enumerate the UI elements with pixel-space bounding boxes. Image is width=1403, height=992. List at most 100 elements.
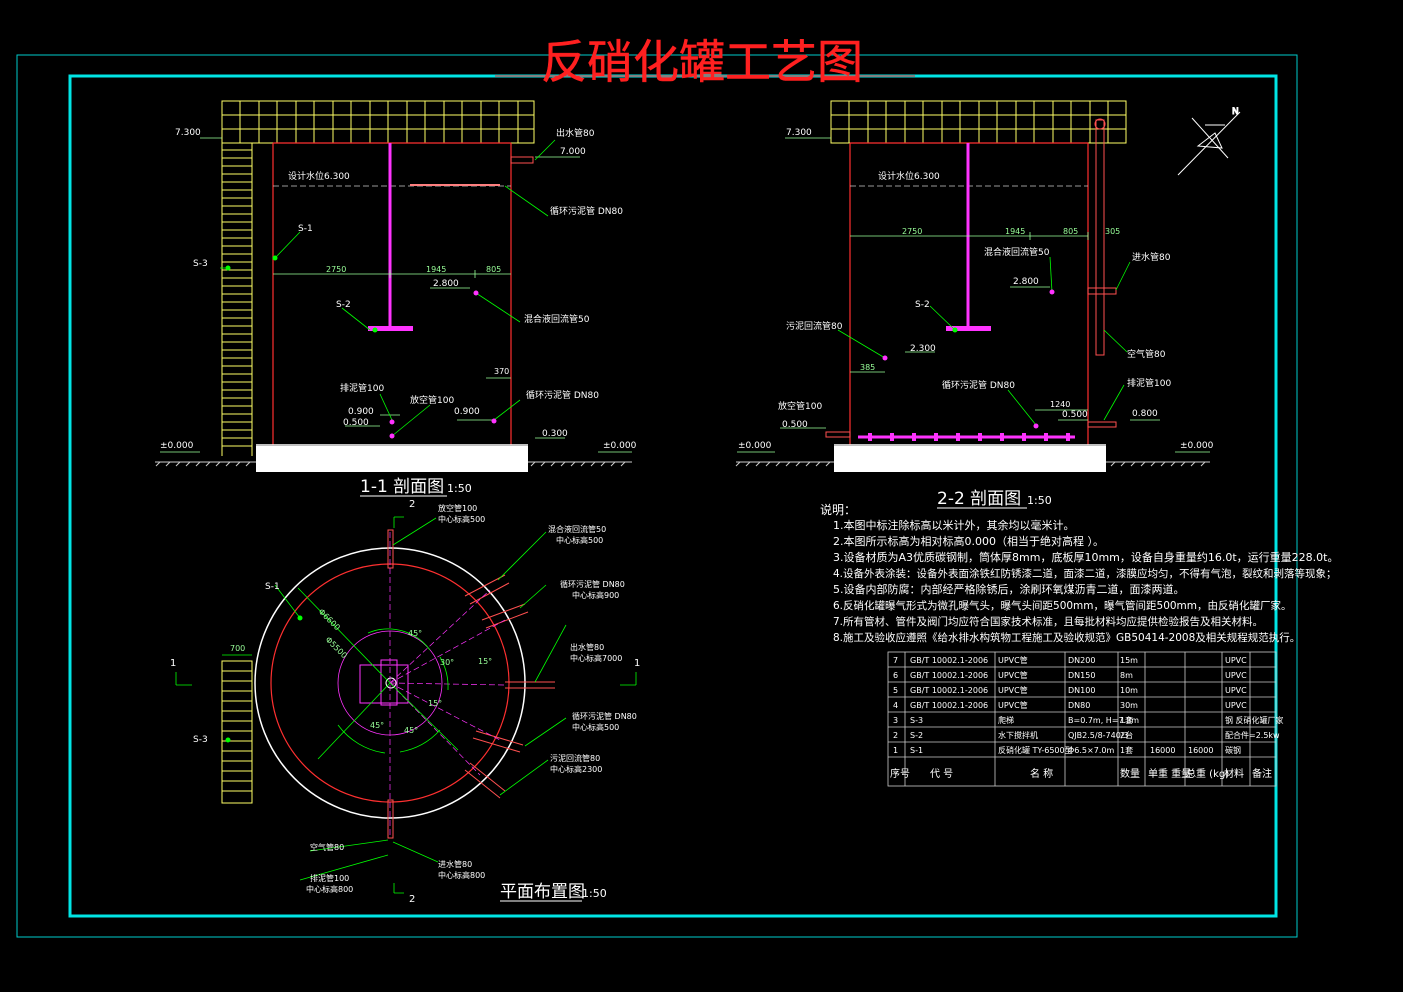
- table-cell: UPVC管: [998, 700, 1028, 710]
- table-cell: UPVC管: [998, 685, 1028, 695]
- section-2-2: N 7.300 设计水位6.300 2750 1945 805 305 混合液回…: [735, 100, 1241, 509]
- plan-s3: S-3: [193, 735, 208, 745]
- table-cell: 16000: [1150, 746, 1175, 755]
- s11-top-elev: 7.300: [175, 128, 201, 138]
- s11-scale: 1:50: [447, 482, 472, 495]
- s11-circ-sludge: 循环污泥管 DN80: [550, 205, 623, 217]
- plan-sludge-center: 中心标高800: [306, 884, 353, 894]
- plan-s1: S-1: [265, 582, 280, 592]
- table-cell: 3: [893, 716, 898, 725]
- plan-view: 2 2 1 1 放空管100 中心标高500 混合液回流管50 中心标高500 …: [170, 499, 640, 905]
- table-body: 7 GB/T 10002.1-2006 UPVC管 DN200 15m UPVC 6 GB/T…: [890, 655, 1284, 780]
- note-line-2: 2.本图所示标高为相对标高0.000（相当于绝对高程 ）。: [833, 534, 1104, 548]
- note-line-5: 5.设备内部防腐：内部经严格除锈后，涂刷环氧煤沥青二道，面漆两道。: [833, 582, 1185, 596]
- s11-dim-2750: 2750: [326, 265, 346, 274]
- plan-drain-center: 中心标高500: [438, 514, 485, 524]
- s11-dim-370: 370: [494, 367, 509, 376]
- table-header: 序号: [890, 767, 910, 780]
- table-header: 代 号: [930, 768, 953, 780]
- plan-inlet-center: 中心标高800: [438, 870, 485, 880]
- table-cell: 4: [893, 701, 898, 710]
- s11-dim-805: 805: [486, 265, 501, 274]
- s22-ground-right: ±0.000: [1180, 441, 1214, 451]
- note-line-3: 3.设备材质为A3优质碳钢制，筒体厚8mm，底板厚10mm，设备自身重量约16.…: [833, 550, 1338, 564]
- s22-air: 空气管80: [1127, 348, 1166, 360]
- s22-dim-2750: 2750: [902, 227, 922, 236]
- plan-sec2-bottom: 2: [409, 894, 415, 905]
- table-cell: GB/T 10002.1-2006: [910, 671, 988, 680]
- table-cell: GB/T 10002.1-2006: [910, 701, 988, 710]
- plan-sec2-top: 2: [409, 499, 415, 510]
- table-cell: 钢 反硝化罐厂家: [1225, 715, 1284, 725]
- inner-frame: [68, 74, 1278, 918]
- plan-ang-45a: 45°: [408, 629, 422, 638]
- plan-sec1-left: 1: [170, 658, 176, 669]
- s11-sludge-out: 排泥管100: [340, 382, 384, 394]
- table-cell: 水下搅拌机: [998, 730, 1038, 740]
- s22-title: 2-2 剖面图: [937, 489, 1021, 509]
- s11-elev-0900a: 0.900: [348, 407, 374, 417]
- table-cell: DN150: [1068, 671, 1095, 680]
- note-line-6: 6.反硝化罐曝气形式为微孔曝气头，曝气头间距500mm，曝气管间距500mm，由…: [833, 599, 1292, 612]
- plan-circ2-center: 中心标高500: [572, 722, 619, 732]
- s22-dim-805: 805: [1063, 227, 1078, 236]
- plan-circ-sludge2: 循环污泥管 DN80: [572, 711, 637, 721]
- plan-inlet: 进水管80: [438, 859, 472, 869]
- s22-dim-1945: 1945: [1005, 227, 1025, 236]
- plan-drain: 放空管100: [438, 503, 477, 513]
- s11-ground-left: ±0.000: [160, 441, 194, 451]
- notes: 说明： 1.本图中标注除标高以米计外，其余均以毫米计。 2.本图所示标高为相对标…: [820, 502, 1338, 644]
- table-header: 总重 (kg): [1186, 767, 1229, 780]
- table-cell: 15m: [1120, 656, 1138, 665]
- table-cell: UPVC: [1225, 671, 1247, 680]
- s11-s1: S-1: [298, 224, 313, 234]
- s11-s2: S-2: [336, 300, 351, 310]
- plan-sludge-return: 污泥回流管80: [550, 753, 600, 763]
- table-cell: UPVC管: [998, 655, 1028, 665]
- plan-mix-return: 混合液回流管50: [548, 524, 606, 534]
- s22-elev-2800: 2.800: [1013, 277, 1039, 287]
- s11-dim-1945: 1945: [426, 265, 446, 274]
- plan-ang-45c: 45°: [404, 726, 418, 735]
- page-title: 反硝化罐工艺图: [541, 35, 863, 89]
- s11-elev-0900b: 0.900: [454, 407, 480, 417]
- north-arrow-icon: N: [1177, 107, 1241, 176]
- plan-dim-r1: Φ6600: [317, 607, 342, 632]
- s11-outlet: 出水管80: [556, 127, 595, 139]
- s22-sludge-return: 污泥回流管80: [786, 320, 843, 332]
- table-cell: DN200: [1068, 656, 1095, 665]
- s11-circ-sludge2: 循环污泥管 DN80: [526, 389, 599, 401]
- s11-elev-0500: 0.500: [343, 418, 369, 428]
- table-cell: 爬梯: [998, 715, 1014, 725]
- table-cell: 8m: [1120, 671, 1133, 680]
- table-cell: S-1: [910, 746, 923, 755]
- svg-text:N: N: [1232, 107, 1239, 117]
- s22-top-elev: 7.300: [786, 128, 812, 138]
- table-cell: 反硝化罐 TY-6500型: [998, 745, 1073, 755]
- table-cell: Φ6.5×7.0m: [1068, 746, 1114, 755]
- table-cell: S-2: [910, 731, 923, 740]
- plan-scale: 1:50: [582, 887, 607, 900]
- table-cell: DN100: [1068, 686, 1095, 695]
- table-cell: 5: [893, 686, 898, 695]
- plan-circ-center: 中心标高900: [572, 590, 619, 600]
- table-cell: DN80: [1068, 701, 1090, 710]
- table-header: 备注: [1252, 767, 1272, 780]
- s22-elev-0500b: 0.500: [1062, 410, 1088, 420]
- plan-return-center: 中心标高2300: [550, 764, 602, 774]
- s11-title: 1-1 剖面图: [360, 477, 444, 497]
- s22-s2: S-2: [915, 300, 930, 310]
- s22-elev-0800: 0.800: [1132, 409, 1158, 419]
- table-cell: UPVC: [1225, 656, 1247, 665]
- s22-elev-2300: 2.300: [910, 344, 936, 354]
- s11-ground-right: ±0.000: [603, 441, 637, 451]
- table-cell: 7: [893, 656, 898, 665]
- table-header: 材料: [1224, 767, 1244, 780]
- s22-dim-1240: 1240: [1050, 400, 1070, 409]
- table-cell: 1套: [1120, 715, 1133, 725]
- plan-ang-45b: 45°: [370, 721, 384, 730]
- table-cell: 配合件=2.5kw: [1225, 730, 1280, 740]
- s22-inlet: 进水管80: [1132, 251, 1171, 263]
- table-cell: 10m: [1120, 686, 1138, 695]
- s22-scale: 1:50: [1027, 494, 1052, 507]
